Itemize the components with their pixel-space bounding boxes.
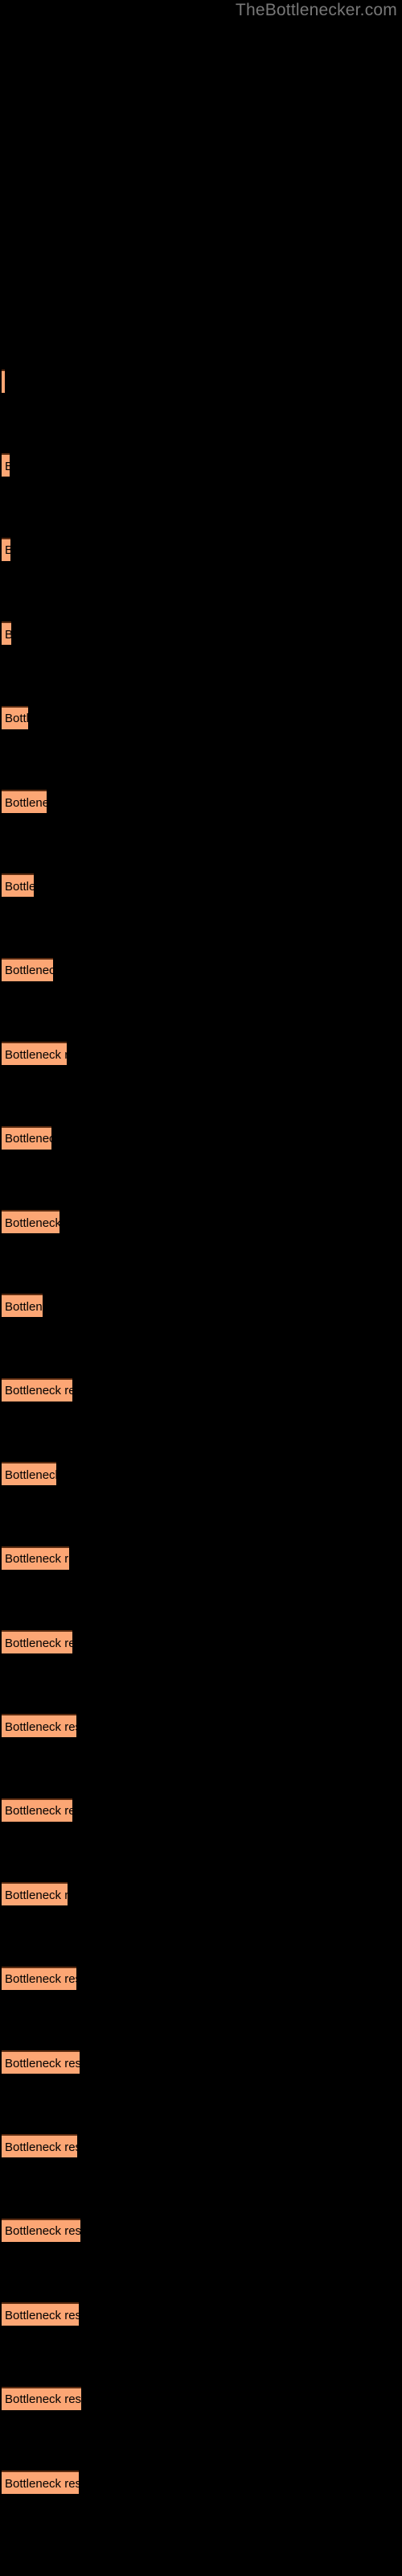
bar-row: Bottleneck result — [0, 1714, 402, 1738]
bar-row: Bottleneck result — [0, 2302, 402, 2326]
bar-row: Bottleneck result — [0, 621, 402, 646]
bar-label: Bottleneck result — [5, 2140, 77, 2154]
bar-row: Bottleneck result — [0, 1798, 402, 1823]
bar-label: Bottleneck result — [5, 1299, 43, 1314]
bar[interactable]: Bottleneck result — [2, 453, 10, 477]
bar-row: Bottleneck result — [0, 369, 402, 394]
bar-row: Bottleneck result — [0, 2218, 402, 2243]
bar-row: Bottleneck result — [0, 1377, 402, 1402]
bar[interactable]: Bottleneck result — [2, 790, 47, 813]
bar-label: Bottleneck result — [5, 2056, 80, 2070]
bar[interactable]: Bottleneck result — [2, 1798, 72, 1822]
bar-label: Bottleneck result — [5, 1468, 56, 1482]
bar-row: Bottleneck result — [0, 1042, 402, 1066]
bar[interactable]: Bottleneck result — [2, 2218, 80, 2242]
bar[interactable]: Bottleneck result — [2, 537, 10, 561]
bar[interactable]: Bottleneck result — [2, 1294, 43, 1318]
bar-row: Bottleneck result — [0, 2134, 402, 2158]
bar[interactable]: Bottleneck result — [2, 705, 28, 729]
bar[interactable]: Bottleneck result — [2, 873, 34, 898]
bar[interactable]: Bottleneck result — [2, 1630, 72, 1653]
bar-row: Bottleneck result — [0, 2050, 402, 2074]
bar-label: Bottleneck result — [5, 1551, 69, 1566]
bar[interactable]: Bottleneck result — [2, 2134, 77, 2158]
bar[interactable]: Bottleneck result — [2, 1546, 69, 1570]
bar-label: Bottleneck result — [5, 1888, 68, 1902]
bar[interactable]: Bottleneck result — [2, 1462, 56, 1486]
bar-label: Bottleneck result — [5, 1971, 76, 1986]
bar-row: Bottleneck result — [0, 1546, 402, 1571]
bar-label: Bottleneck result — [5, 460, 10, 473]
bar[interactable]: Bottleneck result — [2, 957, 53, 981]
bar-label: Bottleneck result — [5, 1131, 51, 1146]
bar-label: Bottleneck result — [5, 879, 34, 894]
bar-label: Bottleneck result — [5, 711, 28, 725]
bar[interactable]: Bottleneck result — [2, 2302, 79, 2326]
bar-row: Bottleneck result — [0, 873, 402, 898]
bar[interactable]: Bottleneck result — [2, 1042, 67, 1066]
bar[interactable]: Bottleneck result — [2, 1210, 59, 1233]
bar-label: Bottleneck result — [5, 964, 53, 978]
bar-label: Bottleneck result — [5, 1719, 76, 1734]
bar-label: Bottleneck result — [5, 544, 10, 557]
bar-label: Bottleneck result — [5, 795, 47, 810]
bar-label: Bottleneck result — [5, 1384, 72, 1398]
bar-row: Bottleneck result — [0, 453, 402, 477]
bar-row: Bottleneck result — [0, 1210, 402, 1234]
bar-row: Bottleneck result — [0, 957, 402, 982]
bar-label: Bottleneck result — [5, 628, 11, 641]
bar-label: Bottleneck result — [5, 1636, 72, 1650]
bar-row: Bottleneck result — [0, 705, 402, 730]
bar-label: Bottleneck result — [5, 2224, 80, 2239]
bar[interactable]: Bottleneck result — [2, 369, 5, 393]
bar[interactable]: Bottleneck result — [2, 2050, 80, 2074]
bar[interactable]: Bottleneck result — [2, 1125, 51, 1150]
bar[interactable]: Bottleneck result — [2, 621, 11, 646]
bar-label: Bottleneck result — [5, 2392, 81, 2406]
bar-row: Bottleneck result — [0, 1966, 402, 1991]
bar[interactable]: Bottleneck result — [2, 1377, 72, 1402]
bar-row: Bottleneck result — [0, 1294, 402, 1318]
bar-label: Bottleneck result — [5, 2476, 79, 2491]
bar[interactable]: Bottleneck result — [2, 1882, 68, 1906]
bar-label: Bottleneck result — [5, 1216, 59, 1230]
bar-row: Bottleneck result — [0, 2386, 402, 2411]
bar-row: Bottleneck result — [0, 790, 402, 814]
bar-row: Bottleneck result — [0, 1462, 402, 1486]
bar[interactable]: Bottleneck result — [2, 1966, 76, 1990]
bar-label: Bottleneck result — [5, 1047, 67, 1062]
bar-label: Bottleneck result — [5, 1804, 72, 1818]
bar-row: Bottleneck result — [0, 1125, 402, 1150]
bar-row: Bottleneck result — [0, 537, 402, 562]
bar[interactable]: Bottleneck result — [2, 1714, 76, 1738]
bar[interactable]: Bottleneck result — [2, 2386, 81, 2410]
bar-row: Bottleneck result — [0, 1882, 402, 1906]
bar-label: Bottleneck result — [5, 2308, 79, 2322]
bar-row: Bottleneck result — [0, 2471, 402, 2495]
bar[interactable]: Bottleneck result — [2, 2471, 79, 2494]
bar-row: Bottleneck result — [0, 1630, 402, 1654]
bar-chart-plot-area: Bottleneck result Bottleneck result Bottle… — [0, 0, 402, 2576]
